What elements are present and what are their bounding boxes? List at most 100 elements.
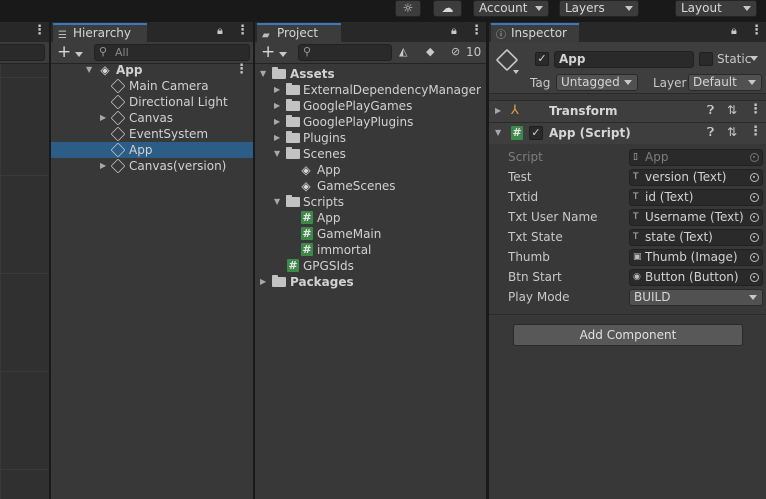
object-picker-icon[interactable] bbox=[750, 193, 759, 202]
collapse-arrow-icon[interactable]: ▶ bbox=[495, 106, 501, 115]
collapse-arrow-icon[interactable]: ▶ bbox=[274, 130, 280, 146]
project-item-label: GooglePlayGames bbox=[303, 99, 413, 113]
collapse-arrow-icon[interactable]: ▶ bbox=[274, 82, 280, 98]
sun-button[interactable]: ☼ bbox=[395, 0, 421, 17]
project-row-googleplayplugins[interactable]: ▶ GooglePlayPlugins bbox=[255, 114, 486, 130]
transform-component-header[interactable]: ▶ ⅄ Transform ❓︎ ⇅ ⋮ bbox=[489, 100, 766, 122]
object-picker-icon[interactable] bbox=[750, 233, 759, 242]
prop-test-field[interactable]: T version (Text) bbox=[629, 169, 763, 186]
tab-project[interactable]: ▰ Project bbox=[257, 23, 341, 42]
more-menu-icon[interactable]: ⋮ bbox=[33, 23, 46, 38]
script-enabled-checkbox[interactable]: ✓ bbox=[529, 126, 543, 140]
account-label: Account bbox=[479, 1, 528, 15]
lock-icon[interactable]: 🔒︎ bbox=[731, 24, 737, 38]
project-row-plugins[interactable]: ▶ Plugins bbox=[255, 130, 486, 146]
tag-dropdown[interactable]: Untagged bbox=[556, 74, 638, 91]
project-row-script-gamemain[interactable]: # GameMain bbox=[255, 226, 486, 242]
project-row-scenes[interactable]: ▼ Scenes bbox=[255, 146, 486, 162]
project-row-packages[interactable]: ▶ Packages bbox=[255, 274, 486, 290]
cloud-button[interactable]: ☁ bbox=[433, 0, 462, 17]
chevron-down-icon[interactable] bbox=[279, 52, 287, 57]
component-menu-icon[interactable]: ⋮ bbox=[749, 124, 762, 139]
lock-icon[interactable]: 🔒︎ bbox=[217, 24, 223, 38]
add-icon[interactable]: + bbox=[261, 43, 275, 61]
prop-txt-state-field[interactable]: T state (Text) bbox=[629, 229, 763, 246]
prop-btn-start-field[interactable]: ◉ Button (Button) bbox=[629, 269, 763, 286]
object-picker-icon[interactable] bbox=[750, 173, 759, 182]
project-item-label: App bbox=[317, 163, 341, 177]
object-picker-icon[interactable] bbox=[750, 273, 759, 282]
prop-txtid-field[interactable]: T id (Text) bbox=[629, 189, 763, 206]
more-menu-icon[interactable]: ⋮ bbox=[750, 23, 763, 38]
hierarchy-item-label: Canvas bbox=[129, 111, 174, 125]
scene-search-input[interactable] bbox=[0, 44, 45, 61]
script-icon: # bbox=[301, 227, 313, 240]
hidden-eye-icon[interactable]: ⊘ bbox=[451, 45, 460, 58]
layout-dropdown[interactable]: Layout bbox=[675, 0, 757, 17]
tab-inspector[interactable]: ⓘ Inspector bbox=[491, 23, 579, 42]
hierarchy-row-main-camera[interactable]: Main Camera bbox=[51, 78, 253, 94]
active-checkbox[interactable]: ✓ bbox=[535, 52, 549, 66]
help-icon[interactable]: ❓︎ bbox=[707, 103, 714, 118]
project-row-script-immortal[interactable]: # immortal bbox=[255, 242, 486, 258]
prop-txt-user-name-field[interactable]: T Username (Text) bbox=[629, 209, 763, 226]
more-menu-icon[interactable]: ⋮ bbox=[235, 62, 248, 78]
expand-arrow-icon[interactable]: ▼ bbox=[260, 66, 266, 82]
project-search-input[interactable]: ⚲ bbox=[298, 44, 392, 61]
scene-grid[interactable] bbox=[0, 64, 49, 499]
collapse-arrow-icon[interactable]: ▶ bbox=[260, 274, 266, 290]
object-picker-icon[interactable] bbox=[750, 213, 759, 222]
static-chevron-down-icon[interactable] bbox=[750, 56, 758, 61]
hierarchy-row-canvas-version[interactable]: ▶ Canvas(version) bbox=[51, 158, 253, 174]
more-menu-icon[interactable]: ⋮ bbox=[236, 23, 249, 38]
help-icon[interactable]: ❓︎ bbox=[707, 125, 714, 140]
lock-icon[interactable]: 🔒︎ bbox=[451, 24, 457, 38]
label-tag-icon[interactable]: ◆ bbox=[426, 45, 434, 58]
add-icon[interactable]: + bbox=[57, 43, 71, 61]
preset-sliders-icon[interactable]: ⇅ bbox=[727, 103, 737, 117]
prop-script-field: ▯ App bbox=[629, 149, 763, 166]
hierarchy-row-app-selected[interactable]: App bbox=[51, 142, 253, 158]
project-row-scene-app[interactable]: ◈ App bbox=[255, 162, 486, 178]
object-name-field[interactable]: App bbox=[554, 51, 694, 68]
hierarchy-row-canvas[interactable]: ▶ Canvas bbox=[51, 110, 253, 126]
project-row-script-app[interactable]: # App bbox=[255, 210, 486, 226]
hierarchy-row-directional-light[interactable]: Directional Light bbox=[51, 94, 253, 110]
expand-arrow-icon[interactable]: ▼ bbox=[274, 146, 280, 162]
app-script-component-header[interactable]: ▼ # ✓ App (Script) ❓︎ ⇅ ⋮ bbox=[489, 122, 766, 144]
more-menu-icon[interactable]: ⋮ bbox=[470, 23, 483, 38]
hierarchy-row-eventsystem[interactable]: EventSystem bbox=[51, 126, 253, 142]
chevron-down-icon bbox=[748, 80, 756, 85]
add-component-button[interactable]: Add Component bbox=[513, 324, 743, 346]
gameobject-cube-icon bbox=[495, 48, 519, 72]
project-row-externaldependencymanager[interactable]: ▶ ExternalDependencyManager bbox=[255, 82, 486, 98]
hierarchy-search-input[interactable]: ⚲ All bbox=[94, 44, 250, 61]
folder-icon bbox=[286, 195, 300, 207]
collapse-arrow-icon[interactable]: ▶ bbox=[274, 98, 280, 114]
prop-thumb-field[interactable]: ▣ Thumb (Image) bbox=[629, 249, 763, 266]
project-row-googleplaygames[interactable]: ▶ GooglePlayGames bbox=[255, 98, 486, 114]
preset-sliders-icon[interactable]: ⇅ bbox=[727, 125, 737, 139]
layers-dropdown[interactable]: Layers bbox=[559, 0, 639, 17]
filter-by-type-icon[interactable]: ◭ bbox=[399, 45, 407, 58]
layer-dropdown[interactable]: Default bbox=[688, 74, 762, 91]
expand-arrow-icon[interactable]: ▼ bbox=[274, 194, 280, 210]
icon-chevron-down-icon[interactable] bbox=[513, 70, 519, 74]
chevron-down-icon[interactable] bbox=[75, 52, 83, 57]
project-row-scripts[interactable]: ▼ Scripts bbox=[255, 194, 486, 210]
project-row-scene-gamescenes[interactable]: ◈ GameScenes bbox=[255, 178, 486, 194]
collapse-arrow-icon[interactable]: ▶ bbox=[274, 114, 280, 130]
hierarchy-row-app-root[interactable]: ▼ ◈ App ⋮ bbox=[51, 62, 253, 78]
project-row-assets[interactable]: ▼ Assets bbox=[255, 66, 486, 82]
component-menu-icon[interactable]: ⋮ bbox=[749, 102, 762, 117]
project-row-script-gpgsids[interactable]: # GPGSIds bbox=[255, 258, 486, 274]
account-dropdown[interactable]: Account bbox=[473, 0, 549, 17]
collapse-arrow-icon[interactable]: ▶ bbox=[100, 158, 106, 174]
play-mode-dropdown[interactable]: BUILD bbox=[629, 289, 763, 306]
tab-hierarchy[interactable]: ☰ Hierarchy bbox=[53, 23, 147, 42]
expand-arrow-icon[interactable]: ▼ bbox=[86, 62, 92, 78]
object-picker-icon[interactable] bbox=[750, 253, 759, 262]
static-checkbox[interactable] bbox=[699, 52, 713, 66]
collapse-arrow-icon[interactable]: ▶ bbox=[100, 110, 106, 126]
expand-arrow-icon[interactable]: ▼ bbox=[495, 128, 501, 137]
